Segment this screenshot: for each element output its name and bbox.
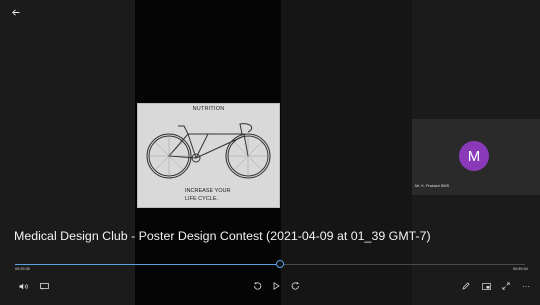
more-options-button[interactable]: ··· <box>519 280 533 292</box>
poster-subtitle: INCREASE YOUR LIFE CYCLE. <box>185 187 230 203</box>
skip-back-button[interactable] <box>251 280 263 292</box>
video-player: NUTRITION INCREASE YOUR LIFE CYCLE. M Mr… <box>0 0 540 305</box>
seek-thumb[interactable] <box>276 260 284 268</box>
video-title: Medical Design Club - Poster Design Cont… <box>14 229 431 243</box>
captions-button[interactable] <box>38 280 50 292</box>
arrow-left-icon <box>12 8 20 16</box>
elapsed-time: 00:29:35 <box>15 267 30 271</box>
mini-view-button[interactable] <box>480 280 492 292</box>
expand-icon <box>502 282 510 290</box>
fullscreen-button[interactable] <box>500 280 512 292</box>
bicycle-illustration <box>146 123 271 179</box>
back-button[interactable] <box>8 6 24 18</box>
avatar: M <box>459 141 489 171</box>
mini-view-icon <box>481 282 491 290</box>
seek-progress <box>15 264 280 265</box>
captions-icon <box>39 282 49 290</box>
annotate-button[interactable] <box>460 280 472 292</box>
total-duration: 00:59:34 <box>513 267 528 271</box>
video-side-panel-mid <box>281 0 412 305</box>
participant-name: Mr. K. Prakash BMS <box>415 184 450 188</box>
forward-30-icon <box>291 282 299 290</box>
play-button[interactable] <box>270 280 282 292</box>
skip-forward-button[interactable] <box>289 280 301 292</box>
play-icon <box>273 282 280 290</box>
pen-icon <box>462 282 470 290</box>
video-side-panel-left <box>0 0 135 305</box>
poster-subtitle-line-2: LIFE CYCLE. <box>185 196 219 202</box>
shared-poster: NUTRITION INCREASE YOUR LIFE CYCLE. <box>137 103 280 208</box>
rewind-10-icon <box>253 282 261 290</box>
speaker-icon <box>19 283 28 289</box>
poster-subtitle-line-1: INCREASE YOUR <box>185 188 231 194</box>
volume-button[interactable] <box>18 280 30 292</box>
poster-title: NUTRITION <box>192 106 225 112</box>
